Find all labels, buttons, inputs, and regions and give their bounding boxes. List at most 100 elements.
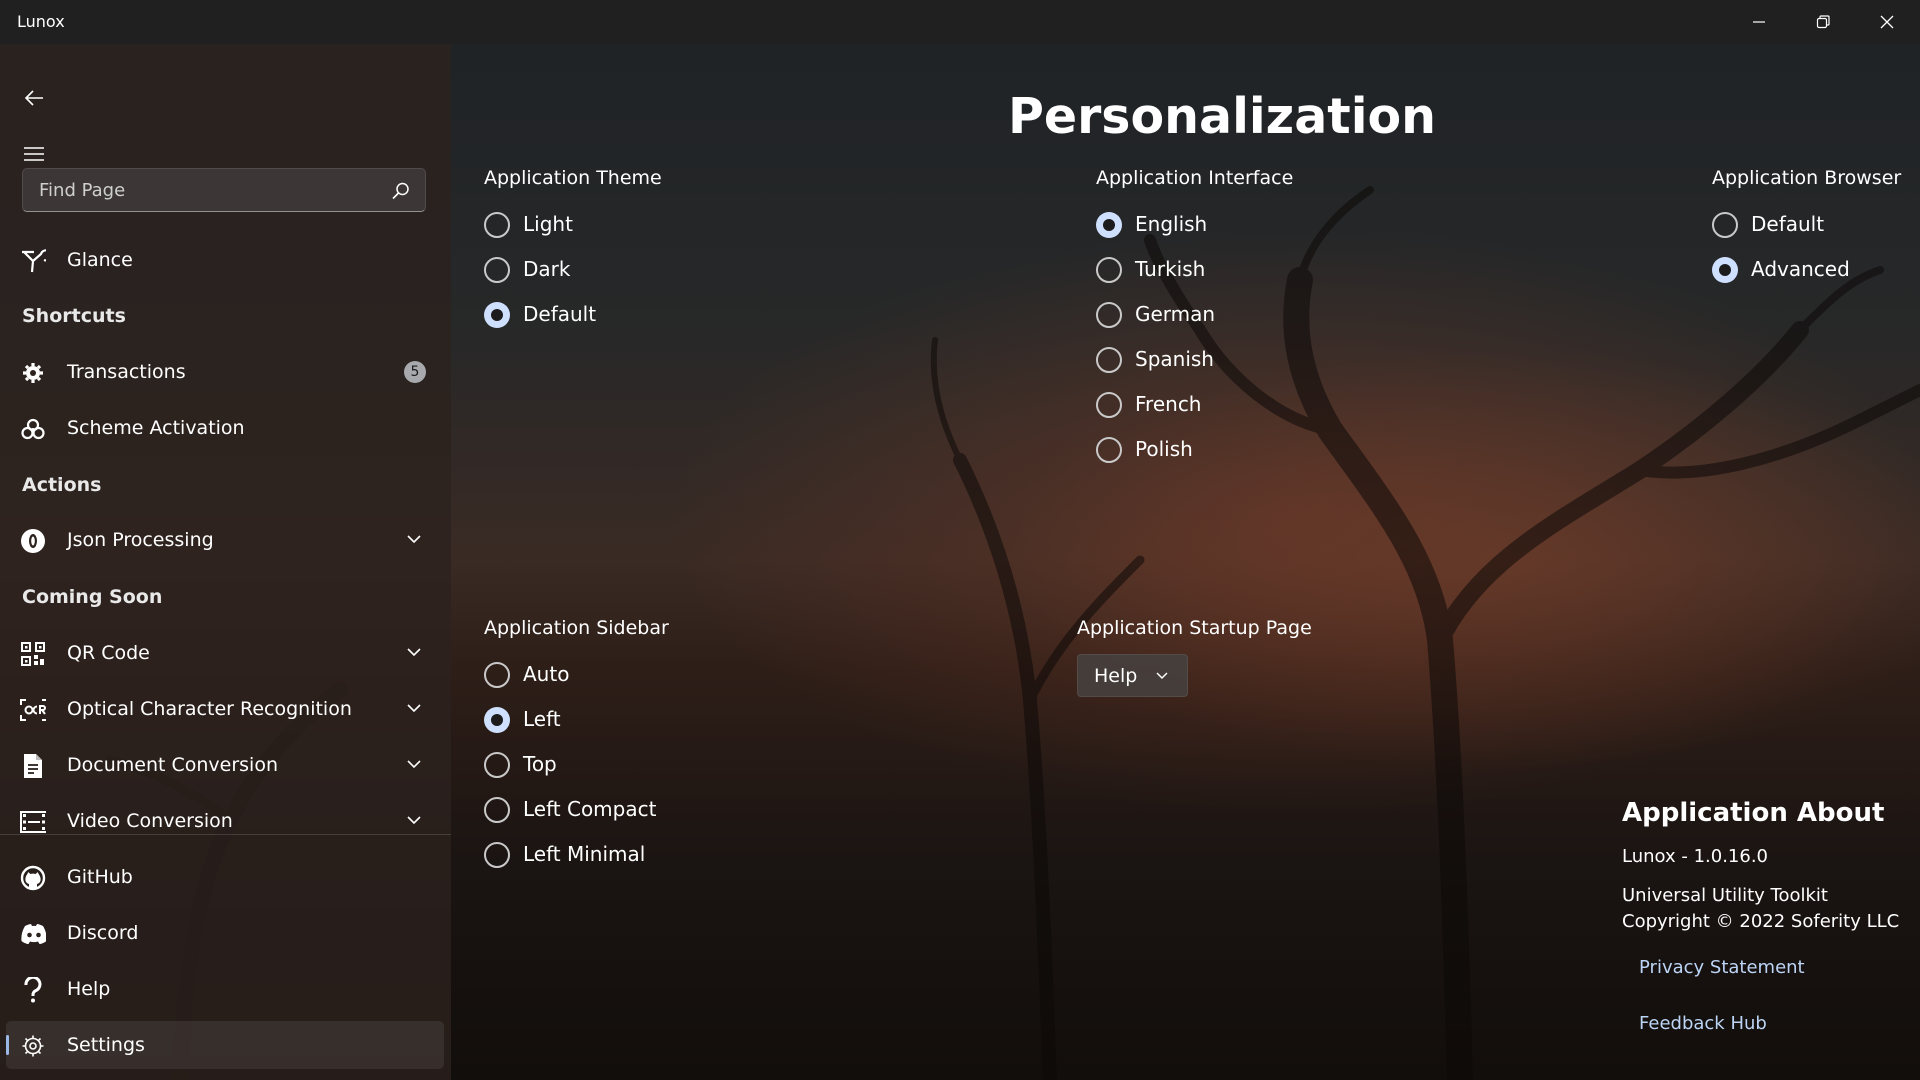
sidebar-item-label: Document Conversion (67, 754, 278, 776)
radio-circle (1096, 257, 1122, 283)
radio-circle (1712, 212, 1738, 238)
about-title: Application About (1622, 798, 1885, 828)
browser-group-title: Application Browser (1712, 167, 1902, 189)
radio-label: Left Compact (523, 797, 657, 821)
sidebar-item-label: Json Processing (67, 529, 214, 551)
title-bar: Lunox (0, 0, 1920, 44)
search-placeholder: Find Page (39, 180, 126, 201)
app-copyright: Copyright © 2022 Soferity LLC (1622, 911, 1900, 932)
radio-circle-selected (1096, 212, 1122, 238)
radio-circle (1096, 302, 1122, 328)
sidebar-item-label: GitHub (67, 866, 133, 888)
privacy-statement-link[interactable]: Privacy Statement (1639, 957, 1805, 978)
sidebar-item-glance[interactable]: Glance (6, 236, 444, 284)
radio-circle (1096, 437, 1122, 463)
ocr-icon (20, 697, 46, 723)
sidebar-divider (0, 834, 451, 835)
sidebar-item-label: QR Code (67, 642, 150, 664)
minimize-icon (1753, 21, 1765, 23)
search-icon[interactable] (391, 181, 411, 201)
sidebar-item-label: Transactions (67, 361, 186, 383)
radio-circle (484, 662, 510, 688)
radio-label: Dark (523, 257, 571, 281)
back-arrow-icon (24, 90, 43, 106)
radio-label: Advanced (1751, 257, 1850, 281)
find-page-search-box[interactable]: Find Page (22, 168, 426, 212)
dropdown-value: Help (1094, 665, 1138, 687)
radio-circle-selected (1712, 257, 1738, 283)
discord-icon (20, 921, 46, 947)
startup-group-title: Application Startup Page (1077, 617, 1312, 639)
sidebar-item-label: Scheme Activation (67, 417, 245, 439)
radio-label: Auto (523, 662, 570, 686)
chevron-down-icon[interactable] (406, 756, 422, 772)
radio-label: Default (523, 302, 597, 326)
sidebar-item-label: Video Conversion (67, 810, 233, 832)
radio-circle-selected (484, 707, 510, 733)
chevron-down-icon[interactable] (406, 700, 422, 716)
chevron-down-icon (1156, 672, 1168, 680)
radio-label: Polish (1135, 437, 1193, 461)
notification-badge: 5 (404, 361, 426, 383)
close-button[interactable] (1856, 0, 1918, 44)
theme-group-title: Application Theme (484, 167, 662, 189)
radio-label: French (1135, 392, 1202, 416)
interface-group-title: Application Interface (1096, 167, 1294, 189)
radio-circle (484, 257, 510, 283)
app-description: Universal Utility Toolkit (1622, 885, 1828, 906)
close-icon (1880, 15, 1894, 29)
radio-circle (484, 797, 510, 823)
back-button[interactable] (14, 78, 54, 118)
radio-circle-selected (484, 302, 510, 328)
minimize-button[interactable] (1728, 0, 1790, 44)
biohazard-icon (20, 416, 46, 442)
section-header-shortcuts: Shortcuts (22, 305, 126, 327)
chevron-down-icon[interactable] (406, 812, 422, 828)
sidebar-item-json-processing[interactable]: Json Processing (6, 516, 444, 564)
radio-circle (1096, 347, 1122, 373)
restore-button[interactable] (1792, 0, 1854, 44)
section-header-actions: Actions (22, 474, 102, 496)
sidebar-item-help[interactable]: Help (6, 965, 444, 1013)
sidebar-item-label: Settings (67, 1034, 145, 1056)
qr-code-icon (20, 641, 46, 667)
sidebar-item-transactions[interactable]: Transactions 5 (6, 348, 444, 396)
sidebar-item-settings[interactable]: Settings (6, 1021, 444, 1069)
sidebar-item-ocr[interactable]: Optical Character Recognition (6, 685, 444, 733)
app-title: Lunox (17, 12, 65, 31)
radio-label: Spanish (1135, 347, 1214, 371)
app-version: Lunox - 1.0.16.0 (1622, 846, 1769, 867)
radio-label: English (1135, 212, 1208, 236)
sidebar-mode-group-title: Application Sidebar (484, 617, 669, 639)
restore-icon (1816, 15, 1830, 29)
gear-icon (20, 360, 46, 386)
radio-circle (484, 842, 510, 868)
gear-icon (20, 1033, 46, 1059)
radio-label: Left Minimal (523, 842, 646, 866)
radio-circle (484, 212, 510, 238)
glance-icon (20, 248, 46, 274)
chevron-down-icon[interactable] (406, 531, 422, 547)
radio-label: Turkish (1135, 257, 1206, 281)
json-icon (20, 528, 46, 554)
startup-page-dropdown[interactable]: Help (1077, 654, 1188, 697)
sidebar-item-qr-code[interactable]: QR Code (6, 629, 444, 677)
question-icon (20, 977, 46, 1003)
radio-label: Default (1751, 212, 1825, 236)
sidebar-item-github[interactable]: GitHub (6, 853, 444, 901)
sidebar-item-discord[interactable]: Discord (6, 909, 444, 957)
chevron-down-icon[interactable] (406, 644, 422, 660)
sidebar-item-label: Glance (67, 249, 133, 271)
radio-label: Left (523, 707, 561, 731)
radio-circle (484, 752, 510, 778)
sidebar-item-document-conversion[interactable]: Document Conversion (6, 741, 444, 789)
sidebar-item-video-conversion[interactable]: Video Conversion (6, 797, 444, 845)
radio-label: Top (523, 752, 557, 776)
sidebar-item-scheme-activation[interactable]: Scheme Activation (6, 404, 444, 452)
page-title: Personalization (1008, 88, 1437, 145)
sidebar-item-label: Discord (67, 922, 139, 944)
hamburger-icon (24, 147, 44, 161)
section-header-coming-soon: Coming Soon (22, 586, 163, 608)
film-icon (20, 809, 46, 835)
feedback-hub-link[interactable]: Feedback Hub (1639, 1013, 1767, 1034)
